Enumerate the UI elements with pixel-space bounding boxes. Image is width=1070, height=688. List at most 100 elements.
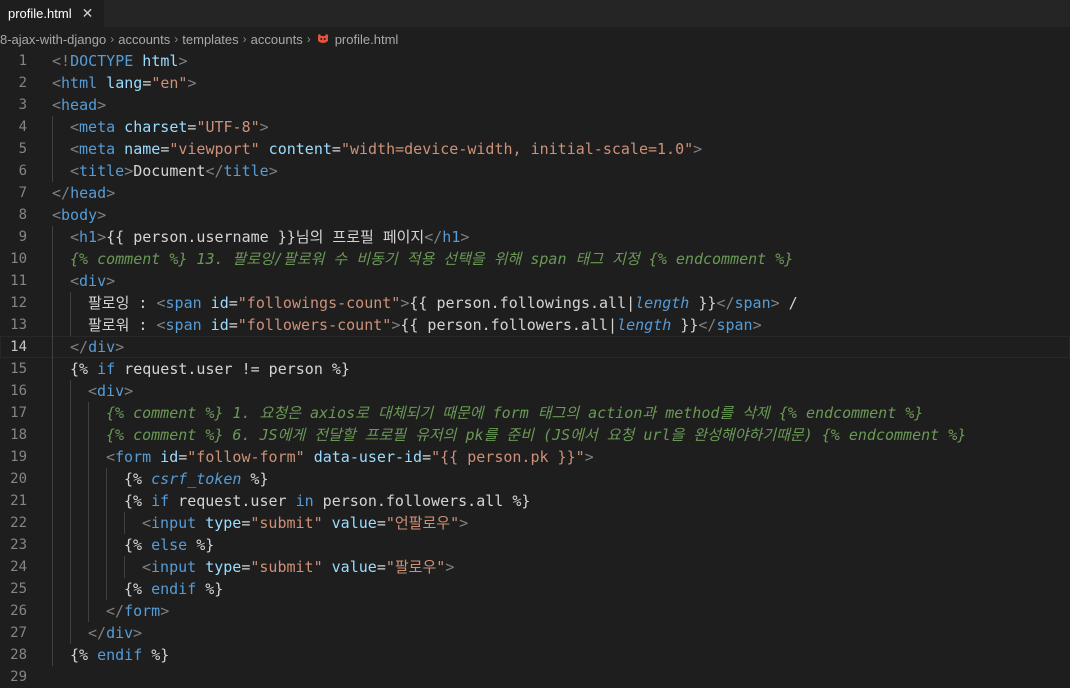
code-token: html: [61, 74, 98, 92]
code-token: {%: [124, 580, 152, 598]
indent-guide: [52, 380, 53, 402]
code-line[interactable]: 4 <meta charset="UTF-8">: [0, 116, 1070, 138]
code-token: 팔로워 :: [88, 316, 157, 334]
code-text: 팔로잉 : <span id="followings-count">{{ per…: [88, 292, 798, 314]
code-line[interactable]: 1 <!DOCTYPE html>: [0, 50, 1070, 72]
code-token: </: [52, 184, 71, 202]
indent-guide: [70, 402, 71, 424]
code-token: form: [115, 448, 152, 466]
line-number: 4: [18, 119, 27, 135]
code-token: =: [228, 316, 238, 334]
line-number: 21: [10, 493, 27, 509]
code-token: in: [295, 492, 314, 510]
code-text: <div>: [88, 380, 133, 402]
code-token: >: [106, 184, 116, 202]
close-icon[interactable]: ✕: [82, 6, 94, 22]
code-editor[interactable]: 1 <!DOCTYPE html> 2 <html lang="en"> 3 <head>…: [0, 50, 1070, 685]
code-text: </div>: [88, 622, 142, 644]
breadcrumb-item-accounts-sub[interactable]: accounts: [251, 32, 303, 47]
code-token: if: [97, 360, 116, 378]
line-number: 6: [18, 163, 27, 179]
code-line[interactable]: 14 </div>: [0, 336, 1070, 358]
code-line[interactable]: 23 {% else %}: [0, 534, 1070, 556]
indent-guide: [124, 512, 125, 534]
code-line[interactable]: 2 <html lang="en">: [0, 72, 1070, 94]
code-line[interactable]: 3 <head>: [0, 94, 1070, 116]
code-text: </head>: [52, 182, 115, 204]
code-token: data-user-id: [304, 448, 423, 466]
code-line[interactable]: 19 <form id="follow-form" data-user-id="{…: [0, 446, 1070, 468]
code-token: input: [151, 558, 197, 576]
breadcrumb-item-accounts[interactable]: accounts: [118, 32, 170, 47]
code-token: >: [752, 316, 762, 334]
line-number: 18: [10, 427, 27, 443]
code-line[interactable]: 20 {% csrf_token %}: [0, 468, 1070, 490]
code-line[interactable]: 28 {% endif %}: [0, 644, 1070, 666]
code-line[interactable]: 17 {% comment %} 1. 요청은 axios로 대체되기 때문에 f…: [0, 402, 1070, 424]
code-token: >: [693, 140, 703, 158]
code-token: <: [70, 140, 80, 158]
indent-guide: [88, 556, 89, 578]
code-token: </: [716, 294, 735, 312]
code-token: lang: [97, 74, 143, 92]
code-line[interactable]: 27 </div>: [0, 622, 1070, 644]
code-token: </: [88, 624, 107, 642]
code-token: type: [196, 514, 242, 532]
code-token: <!: [52, 52, 71, 70]
code-token: >: [133, 624, 143, 642]
indent-guide: [70, 446, 71, 468]
code-token: =: [178, 448, 188, 466]
code-line[interactable]: 12 팔로잉 : <span id="followings-count">{{ p…: [0, 292, 1070, 314]
code-token: {%: [124, 492, 152, 510]
code-line[interactable]: 29: [0, 666, 1070, 688]
chevron-right-icon: ›: [306, 32, 311, 46]
code-line[interactable]: 11 <div>: [0, 270, 1070, 292]
code-token: <: [156, 294, 166, 312]
code-line[interactable]: 8 <body>: [0, 204, 1070, 226]
indent-guide: [52, 292, 53, 314]
code-line[interactable]: 7 </head>: [0, 182, 1070, 204]
code-token: </: [698, 316, 717, 334]
code-line[interactable]: 21 {% if request.user in person.followers…: [0, 490, 1070, 512]
line-number: 3: [18, 97, 27, 113]
code-line[interactable]: 6 <title>Document</title>: [0, 160, 1070, 182]
indent-guide: [124, 556, 125, 578]
chevron-right-icon: ›: [174, 32, 179, 46]
tab-profile-html[interactable]: profile.html ✕: [0, 0, 104, 27]
code-line[interactable]: 22 <input type="submit" value="언팔로우">: [0, 512, 1070, 534]
code-token: div: [79, 272, 107, 290]
code-line[interactable]: 16 <div>: [0, 380, 1070, 402]
breadcrumb-item-file[interactable]: profile.html: [335, 32, 399, 47]
breadcrumb-item-templates[interactable]: templates: [182, 32, 238, 47]
code-token: "follow-form": [187, 448, 305, 466]
code-token: name: [115, 140, 161, 158]
code-token: h1: [79, 228, 98, 246]
indent-guide: [52, 534, 53, 556]
code-token: "{{ person.pk }}": [431, 448, 585, 466]
code-text: <div>: [70, 270, 115, 292]
code-line[interactable]: 18 {% comment %} 6. JS에게 전달할 프로필 유저의 pk를 …: [0, 424, 1070, 446]
breadcrumb-item-project[interactable]: 8-ajax-with-django: [0, 32, 106, 47]
code-token: =: [142, 74, 152, 92]
indent-guide: [52, 226, 53, 248]
editor-tab-bar: profile.html ✕: [0, 0, 1070, 27]
code-line[interactable]: 24 <input type="submit" value="팔로우">: [0, 556, 1070, 578]
code-token: <: [52, 206, 62, 224]
code-line[interactable]: 13 팔로워 : <span id="followers-count">{{ pe…: [0, 314, 1070, 336]
indent-guide: [70, 600, 71, 622]
code-line[interactable]: 10 {% comment %} 13. 팔로잉/팔로워 수 비동기 적용 선택을…: [0, 248, 1070, 270]
code-line[interactable]: 26 </form>: [0, 600, 1070, 622]
code-token: }}: [689, 294, 717, 312]
code-token: {% comment %} 13. 팔로잉/팔로워 수 비동기 적용 선택을 위…: [70, 250, 794, 268]
code-token: <: [142, 514, 152, 532]
code-line[interactable]: 5 <meta name="viewport" content="width=de…: [0, 138, 1070, 160]
code-token: "submit": [250, 558, 323, 576]
tab-label: profile.html: [8, 6, 72, 21]
code-token: if: [151, 492, 170, 510]
code-token: title: [79, 162, 125, 180]
code-token: meta: [79, 140, 116, 158]
code-line[interactable]: 9 <h1>{{ person.username }}님의 프로필 페이지</h1…: [0, 226, 1070, 248]
code-line[interactable]: 25 {% endif %}: [0, 578, 1070, 600]
code-line[interactable]: 15 {% if request.user != person %}: [0, 358, 1070, 380]
code-token: </: [70, 338, 89, 356]
